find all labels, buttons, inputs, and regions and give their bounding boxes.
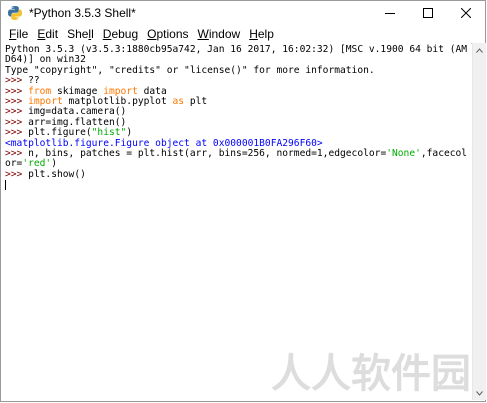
menu-file-label: ile [16, 27, 29, 41]
scroll-up-button[interactable] [473, 43, 486, 57]
chevron-down-icon [476, 390, 483, 396]
module-matplotlib: matplotlib.pyplot [62, 96, 173, 108]
maximize-button[interactable] [409, 1, 447, 25]
string-red: 'red' [22, 158, 52, 170]
maximize-icon [423, 8, 433, 18]
prompt: >>> [5, 148, 29, 160]
input-line-hist: n, bins, patches = plt.hist(arr, bins=25… [28, 148, 387, 160]
menu-window-accel: W [197, 27, 209, 41]
python-icon [8, 6, 22, 20]
menu-help[interactable]: Help [245, 27, 279, 41]
menu-debug-label: ebug [111, 27, 139, 41]
title-bar[interactable]: *Python 3.5.3 Shell* [1, 1, 485, 25]
menu-options[interactable]: Options [143, 27, 193, 41]
menu-window[interactable]: Window [194, 27, 246, 41]
vertical-scrollbar[interactable] [472, 43, 486, 400]
prompt: >>> [5, 85, 29, 97]
menu-bar: File Edit Shell Debug Options Window Hel… [1, 25, 485, 43]
prompt: >>> [5, 96, 29, 108]
menu-shell-label-end: l [91, 27, 94, 41]
name-plt: plt [184, 96, 208, 108]
window-controls [371, 1, 485, 25]
close-icon [461, 8, 471, 18]
input-line-arr: arr=img.flatten() [28, 116, 127, 128]
paren-close: ) [51, 158, 57, 170]
menu-edit[interactable]: Edit [33, 27, 63, 41]
input-line-1: ?? [28, 75, 40, 87]
input-line-img: img=data.camera() [28, 106, 127, 118]
window-title: *Python 3.5.3 Shell* [29, 6, 136, 20]
keyword-import: import [103, 85, 138, 97]
menu-edit-label: dit [45, 27, 59, 41]
module-skimage: skimage [51, 85, 104, 97]
watermark: 人人软件园 [271, 351, 471, 397]
menu-options-label: ptions [156, 27, 189, 41]
prompt: >>> [5, 168, 29, 180]
menu-help-accel: H [249, 27, 258, 41]
keyword-from: from [28, 85, 52, 97]
prompt: >>> [5, 106, 29, 118]
string-none: 'None' [386, 148, 421, 160]
menu-window-label: indow [208, 27, 241, 41]
chevron-up-icon [476, 47, 483, 53]
text-cursor [5, 180, 6, 191]
menu-help-label: elp [257, 27, 274, 41]
menu-file[interactable]: File [5, 27, 33, 41]
shell-output: Python 3.5.3 (v3.5.3:1880cb95a742, Jan 1… [1, 43, 471, 193]
prompt: >>> [5, 127, 29, 139]
scroll-down-button[interactable] [473, 386, 486, 400]
banner-line-1: Python 3.5.3 (v3.5.3:1880cb95a742, Jan 1… [5, 44, 468, 55]
keyword-import: import [28, 96, 63, 108]
banner-line-2: D64)] on win32 [5, 54, 86, 66]
figure-output: <matplotlib.figure.Figure object at 0x00… [5, 137, 323, 149]
prompt: >>> [5, 116, 29, 128]
close-button[interactable] [447, 1, 485, 25]
input-line-hist-cont: ,facecol [420, 148, 468, 160]
keyword-as: as [172, 96, 185, 108]
string-hist: "hist" [91, 127, 127, 139]
input-line-hist-wrap: or= [5, 158, 23, 170]
name-data: data [137, 85, 167, 97]
minimize-icon [385, 13, 395, 14]
input-line-figure: plt.figure( [28, 127, 92, 139]
paren-close: ) [126, 127, 133, 139]
banner-line-3: Type "copyright", "credits" or "license(… [5, 64, 375, 76]
menu-debug[interactable]: Debug [99, 27, 143, 41]
prompt: >>> [5, 75, 29, 87]
menu-shell-label-start: She [67, 27, 89, 41]
input-line-show: plt.show() [28, 168, 86, 180]
minimize-button[interactable] [371, 1, 409, 25]
menu-shell[interactable]: Shell [63, 27, 99, 41]
